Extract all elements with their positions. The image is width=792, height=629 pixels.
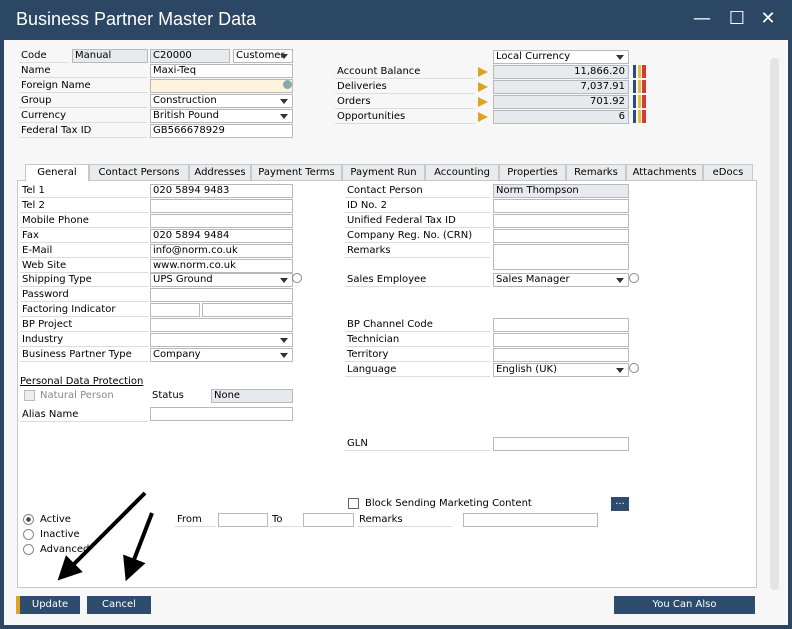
annotation-arrows xyxy=(57,491,154,582)
arrow-to-cancel xyxy=(123,512,154,582)
